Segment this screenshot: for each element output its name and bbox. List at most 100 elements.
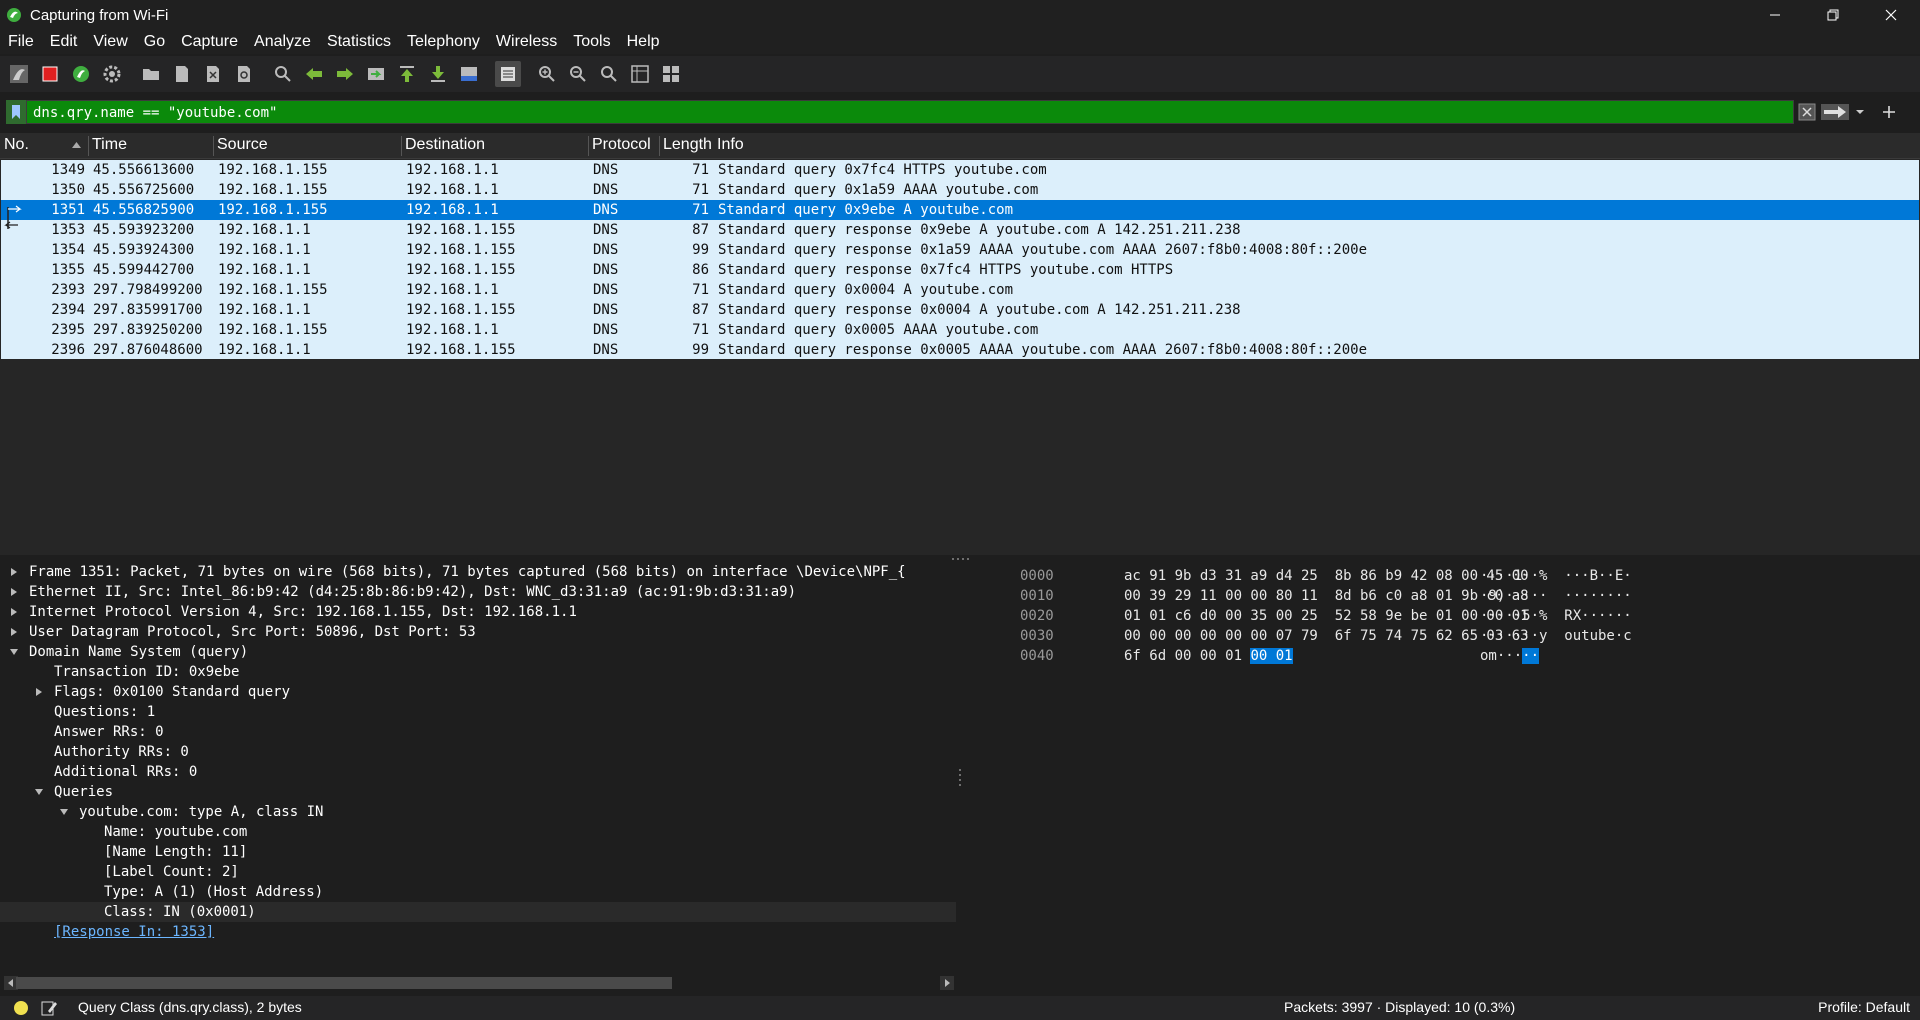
colorize-button[interactable] (495, 61, 521, 87)
details-horizontal-scrollbar[interactable] (4, 975, 956, 991)
auto-scroll-button[interactable] (456, 61, 482, 87)
detail-tree-item[interactable]: Queries (0, 782, 956, 802)
column-source[interactable]: Source (217, 136, 268, 154)
splitter-handle-icon[interactable] (950, 557, 972, 561)
packet-row[interactable]: 2393 297.798499200 192.168.1.155 192.168.1.… (1, 280, 1919, 300)
byte-ascii-row[interactable]: ·9)····· ········ (1480, 586, 1632, 606)
layout-button[interactable] (658, 61, 684, 87)
minimize-button[interactable] (1746, 0, 1804, 30)
packet-row[interactable]: 2395 297.839250200 192.168.1.155 192.168.1.… (1, 320, 1919, 340)
shark-fin-start-button[interactable] (6, 61, 32, 87)
profile-status[interactable]: Profile: Default (1818, 999, 1910, 1015)
vertical-splitter[interactable] (956, 562, 1016, 992)
detail-tree-item[interactable]: Transaction ID: 0x9ebe (0, 662, 956, 682)
stop-button[interactable] (37, 61, 63, 87)
menu-statistics[interactable]: Statistics (327, 33, 391, 51)
expanded-arrow-icon[interactable] (35, 788, 43, 796)
detail-tree-item[interactable]: Frame 1351: Packet, 71 bytes on wire (56… (0, 562, 956, 582)
menu-edit[interactable]: Edit (50, 33, 78, 51)
collapsed-arrow-icon[interactable] (10, 568, 18, 576)
packet-row[interactable]: 2396 297.876048600 192.168.1.1 192.168.1.15… (1, 340, 1919, 360)
detail-tree-item[interactable]: [Response In: 1353] (0, 922, 956, 942)
zoom-in-button[interactable] (534, 61, 560, 87)
byte-hex-row[interactable]: 6f 6d 00 00 01 00 01 (1124, 646, 1293, 666)
zoom-normal-button[interactable] (596, 61, 622, 87)
byte-ascii-row[interactable]: ····1··% ···B··E· (1480, 566, 1632, 586)
menu-file[interactable]: File (8, 33, 34, 51)
save-file-button[interactable] (169, 61, 195, 87)
clear-filter-button[interactable] (1794, 101, 1820, 123)
detail-tree-item[interactable]: [Label Count: 2] (0, 862, 956, 882)
column-no[interactable]: No. (4, 136, 29, 154)
response-in-link[interactable]: [Response In: 1353] (54, 922, 214, 942)
detail-tree-item[interactable]: Domain Name System (query) (0, 642, 956, 662)
detail-tree-item[interactable]: youtube.com: type A, class IN (0, 802, 956, 822)
menu-view[interactable]: View (93, 33, 127, 51)
menu-analyze[interactable]: Analyze (254, 33, 311, 51)
last-packet-button[interactable] (425, 61, 451, 87)
column-time[interactable]: Time (92, 136, 127, 154)
collapsed-arrow-icon[interactable] (10, 588, 18, 596)
close-file-button[interactable] (200, 61, 226, 87)
byte-hex-row[interactable]: ac 91 9b d3 31 a9 d4 25 8b 86 b9 42 08 0… (1124, 566, 1529, 586)
find-button[interactable] (270, 61, 296, 87)
collapsed-arrow-icon[interactable] (10, 628, 18, 636)
forward-arrow-button[interactable] (332, 61, 358, 87)
resize-columns-button[interactable] (627, 61, 653, 87)
detail-tree-item[interactable]: Type: A (1) (Host Address) (0, 882, 956, 902)
add-filter-button[interactable] (1876, 101, 1902, 123)
detail-tree-item[interactable]: Name: youtube.com (0, 822, 956, 842)
close-button[interactable] (1862, 0, 1920, 30)
detail-tree-item[interactable]: [Name Length: 11] (0, 842, 956, 862)
detail-tree-item[interactable]: Answer RRs: 0 (0, 722, 956, 742)
expert-info-indicator-icon[interactable] (14, 1001, 28, 1015)
menu-tools[interactable]: Tools (573, 33, 610, 51)
zoom-out-button[interactable] (565, 61, 591, 87)
display-filter-input[interactable]: dns.qry.name == "youtube.com" (26, 100, 1794, 124)
column-destination[interactable]: Destination (405, 136, 485, 154)
restart-button[interactable] (68, 61, 94, 87)
menu-go[interactable]: Go (144, 33, 165, 51)
packet-row[interactable]: 1351 45.556825900 192.168.1.155 192.168.1.1… (1, 200, 1919, 220)
byte-ascii-row[interactable]: om····· (1480, 646, 1540, 666)
byte-ascii-row[interactable]: ·······y outube·c (1480, 626, 1632, 646)
packet-row[interactable]: 1353 45.593923200 192.168.1.1 192.168.1.155… (1, 220, 1919, 240)
scrollbar-thumb[interactable] (16, 977, 672, 989)
filter-bookmark-button[interactable] (6, 100, 26, 124)
menu-help[interactable]: Help (627, 33, 660, 51)
expanded-arrow-icon[interactable] (60, 808, 68, 816)
collapsed-arrow-icon[interactable] (10, 608, 18, 616)
back-arrow-button[interactable] (301, 61, 327, 87)
packet-row[interactable]: 2394 297.835991700 192.168.1.1 192.168.1.15… (1, 300, 1919, 320)
go-to-packet-button[interactable] (363, 61, 389, 87)
options-gear-button[interactable] (99, 61, 125, 87)
detail-tree-item[interactable]: Questions: 1 (0, 702, 956, 722)
detail-tree-item[interactable]: Internet Protocol Version 4, Src: 192.16… (0, 602, 956, 622)
packet-row[interactable]: 1349 45.556613600 192.168.1.155 192.168.1.1… (1, 160, 1919, 180)
reload-button[interactable] (231, 61, 257, 87)
packet-row[interactable]: 1355 45.599442700 192.168.1.1 192.168.1.155… (1, 260, 1919, 280)
menu-telephony[interactable]: Telephony (407, 33, 480, 51)
expanded-arrow-icon[interactable] (10, 648, 18, 656)
packet-row[interactable]: 1354 45.593924300 192.168.1.1 192.168.1.155… (1, 240, 1919, 260)
restore-button[interactable] (1804, 0, 1862, 30)
byte-hex-row[interactable]: 00 39 29 11 00 00 80 11 8d b6 c0 a8 01 9… (1124, 586, 1529, 606)
byte-ascii-row[interactable]: ·····5·% RX······ (1480, 606, 1632, 626)
detail-tree-item[interactable]: Class: IN (0x0001) (0, 902, 956, 922)
packet-row[interactable]: 1350 45.556725600 192.168.1.155 192.168.1.1… (1, 180, 1919, 200)
byte-hex-row[interactable]: 00 00 00 00 00 00 07 79 6f 75 74 75 62 6… (1124, 626, 1529, 646)
detail-tree-item[interactable]: Authority RRs: 0 (0, 742, 956, 762)
scroll-right-button[interactable] (940, 976, 954, 990)
detail-tree-item[interactable]: Additional RRs: 0 (0, 762, 956, 782)
byte-hex-row[interactable]: 01 01 c6 d0 00 35 00 25 52 58 9e be 01 0… (1124, 606, 1529, 626)
detail-tree-item[interactable]: Flags: 0x0100 Standard query (0, 682, 956, 702)
menu-wireless[interactable]: Wireless (496, 33, 557, 51)
open-folder-button[interactable] (138, 61, 164, 87)
filter-history-dropdown[interactable] (1850, 101, 1870, 123)
column-info[interactable]: Info (717, 136, 744, 154)
detail-tree-item[interactable]: User Datagram Protocol, Src Port: 50896,… (0, 622, 956, 642)
column-protocol[interactable]: Protocol (592, 136, 651, 154)
capture-comment-icon[interactable] (40, 999, 58, 1017)
first-packet-button[interactable] (394, 61, 420, 87)
column-length[interactable]: Length (663, 136, 712, 154)
